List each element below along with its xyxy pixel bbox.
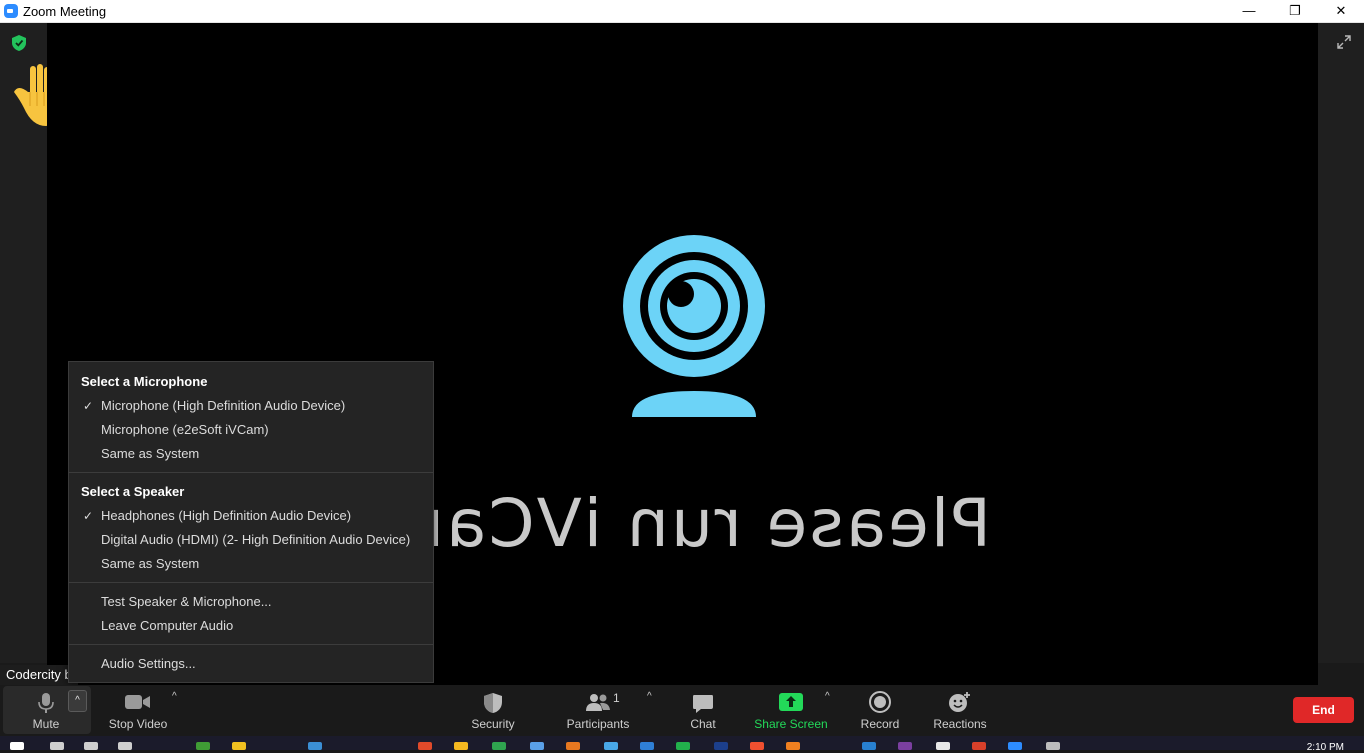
video-options-caret[interactable]: ^ (172, 691, 177, 702)
taskbar-vscode-icon[interactable] (640, 742, 654, 750)
record-icon (869, 691, 891, 713)
mute-label: Mute (32, 717, 60, 731)
taskbar-app-icon[interactable] (750, 742, 764, 750)
participants-button[interactable]: 1 Participants (563, 685, 633, 736)
window-title: Zoom Meeting (23, 4, 107, 19)
microphone-option[interactable]: Microphone (High Definition Audio Device… (101, 398, 345, 413)
taskbar-app-icon[interactable] (862, 742, 876, 750)
record-button[interactable]: Record (855, 685, 905, 736)
taskbar-app-icon[interactable] (936, 742, 950, 750)
security-label: Security (471, 717, 515, 731)
minimize-button[interactable]: — (1226, 0, 1272, 22)
shield-icon[interactable] (11, 34, 27, 52)
zoom-logo-icon (4, 4, 18, 18)
taskbar-taskview-icon[interactable] (118, 742, 132, 750)
meeting-toolbar: Mute ^ Stop Video ^ Security 1 Participa… (0, 685, 1364, 736)
taskbar-chrome-icon[interactable] (676, 742, 690, 750)
stop-video-label: Stop Video (108, 717, 168, 731)
security-shield-icon (484, 693, 502, 713)
share-screen-icon (779, 693, 803, 711)
audio-settings-item[interactable]: Audio Settings... (101, 656, 196, 671)
menu-divider (69, 472, 433, 473)
check-icon: ✓ (83, 509, 94, 523)
restore-button[interactable]: ❐ (1272, 0, 1318, 22)
participants-count: 1 (613, 691, 620, 705)
mirrored-video-text: Please run iVCam (377, 485, 991, 562)
taskbar-zoom-icon[interactable] (1008, 742, 1022, 750)
security-button[interactable]: Security (462, 685, 524, 736)
expand-icon[interactable] (1336, 34, 1352, 50)
speaker-option[interactable]: Headphones (High Definition Audio Device… (101, 508, 351, 523)
right-strip (1318, 23, 1364, 663)
speaker-option[interactable]: Digital Audio (HDMI) (2- High Definition… (101, 532, 410, 547)
taskbar-app-icon[interactable] (308, 742, 322, 750)
windows-taskbar: 2:10 PM (0, 736, 1364, 753)
title-bar: Zoom Meeting — ❐ ✕ (0, 0, 1364, 23)
chat-label: Chat (690, 717, 716, 731)
taskbar-app-icon[interactable] (196, 742, 210, 750)
end-meeting-button[interactable]: End (1293, 697, 1354, 723)
share-screen-label: Share Screen (754, 717, 828, 731)
microphone-option[interactable]: Microphone (e2eSoft iVCam) (101, 422, 269, 437)
webcam-icon (623, 235, 765, 417)
reactions-button[interactable]: Reactions (929, 685, 991, 736)
share-screen-button[interactable]: Share Screen (753, 685, 829, 736)
share-options-caret[interactable]: ^ (825, 691, 830, 702)
participants-icon (586, 694, 610, 711)
record-label: Record (860, 717, 900, 731)
taskbar-app-icon[interactable] (454, 742, 468, 750)
participant-name-tag: Codercity b (0, 665, 78, 685)
menu-divider (69, 582, 433, 583)
taskbar-app-icon[interactable] (418, 742, 432, 750)
chat-button[interactable]: Chat (680, 685, 726, 736)
audio-options-menu: Select a Microphone ✓ Microphone (High D… (68, 361, 434, 683)
menu-divider (69, 644, 433, 645)
taskbar-app-icon[interactable] (898, 742, 912, 750)
taskbar-app-icon[interactable] (714, 742, 728, 750)
start-button[interactable] (10, 742, 24, 750)
close-button[interactable]: ✕ (1318, 0, 1364, 22)
test-speaker-mic-item[interactable]: Test Speaker & Microphone... (101, 594, 272, 609)
reactions-label: Reactions (933, 717, 987, 731)
taskbar-app-icon[interactable] (972, 742, 986, 750)
reactions-icon (949, 692, 970, 712)
participants-label: Participants (566, 717, 630, 731)
taskbar-app-icon[interactable] (1046, 742, 1060, 750)
audio-options-caret[interactable]: ^ (68, 690, 87, 712)
microphone-option[interactable]: Same as System (101, 446, 199, 461)
microphone-icon (38, 693, 54, 713)
taskbar-explorer-icon[interactable] (232, 742, 246, 750)
microphone-heading: Select a Microphone (81, 374, 208, 389)
stop-video-button[interactable]: Stop Video (103, 685, 173, 736)
mute-button[interactable]: Mute (20, 685, 72, 736)
taskbar-clock: 2:10 PM (1306, 742, 1344, 753)
speaker-heading: Select a Speaker (81, 484, 185, 499)
leave-computer-audio-item[interactable]: Leave Computer Audio (101, 618, 233, 633)
check-icon: ✓ (83, 399, 94, 413)
taskbar-app-icon[interactable] (786, 742, 800, 750)
taskbar-app-icon[interactable] (492, 742, 506, 750)
taskbar-app-icon[interactable] (566, 742, 580, 750)
taskbar-app-icon[interactable] (604, 742, 618, 750)
taskbar-cortana-icon[interactable] (84, 742, 98, 750)
participants-options-caret[interactable]: ^ (647, 691, 652, 702)
taskbar-app-icon[interactable] (530, 742, 544, 750)
taskbar-search-icon[interactable] (50, 742, 64, 750)
video-camera-icon (125, 695, 150, 709)
chat-icon (693, 695, 713, 713)
speaker-option[interactable]: Same as System (101, 556, 199, 571)
